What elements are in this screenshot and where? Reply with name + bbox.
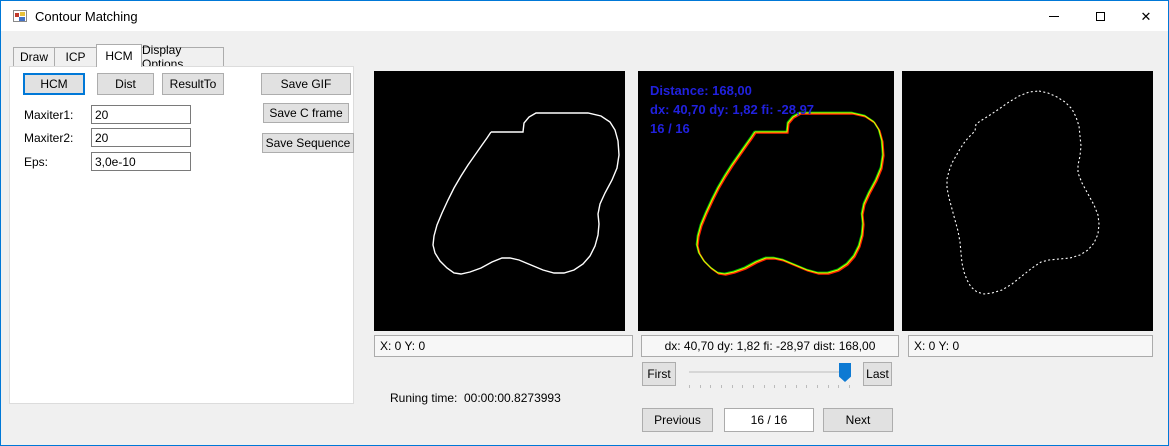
maximize-button[interactable]: [1077, 1, 1123, 31]
hcm-tab-page: HCM Dist ResultTo Save GIF Save C frame …: [9, 66, 354, 404]
picturebox-source[interactable]: [374, 71, 625, 331]
minimize-button[interactable]: [1031, 1, 1077, 31]
last-button[interactable]: Last: [863, 362, 892, 386]
hcm-button[interactable]: HCM: [23, 73, 85, 95]
save-c-frame-button[interactable]: Save C frame: [263, 103, 349, 123]
tab-icp-label: ICP: [65, 50, 85, 64]
trackbar-ticks: [689, 385, 849, 389]
tab-icp[interactable]: ICP: [54, 47, 97, 67]
target-status: X: 0 Y: 0: [908, 335, 1153, 357]
close-button[interactable]: ✕: [1123, 1, 1169, 31]
frame-counter[interactable]: 16 / 16: [724, 408, 814, 432]
running-time-label: Runing time:: [390, 391, 457, 405]
picturebox-result[interactable]: Distance: 168,00 dx: 40,70 dy: 1,82 fi: …: [638, 71, 894, 331]
maxiter2-input[interactable]: [91, 128, 191, 147]
overlay-frame: 16 / 16: [650, 121, 690, 136]
source-status: X: 0 Y: 0: [374, 335, 633, 357]
app-icon: [12, 8, 28, 24]
overlay-distance: Distance: 168,00: [650, 83, 752, 98]
result-contour-green: [696, 112, 882, 273]
minimize-icon: [1049, 16, 1059, 17]
eps-input[interactable]: [91, 152, 191, 171]
maxiter1-label: Maxiter1:: [24, 108, 73, 122]
source-contour: [433, 113, 619, 274]
first-button[interactable]: First: [642, 362, 676, 386]
tab-hcm[interactable]: HCM: [96, 44, 142, 67]
dist-button[interactable]: Dist: [97, 73, 154, 95]
result-to-button[interactable]: ResultTo: [162, 73, 224, 95]
result-status: dx: 40,70 dy: 1,82 fi: -28,97 dist: 168,…: [641, 335, 899, 357]
tab-hcm-label: HCM: [105, 49, 132, 63]
eps-label: Eps:: [24, 155, 48, 169]
maxiter2-label: Maxiter2:: [24, 131, 73, 145]
close-icon: ✕: [1141, 10, 1152, 23]
result-contour-yellow: [697, 113, 883, 274]
tab-draw-label: Draw: [20, 50, 48, 64]
trackbar-groove[interactable]: [689, 371, 849, 373]
save-sequence-button[interactable]: Save Sequence: [262, 133, 354, 153]
frame-trackbar[interactable]: [683, 362, 855, 389]
save-gif-button[interactable]: Save GIF: [261, 73, 351, 95]
next-button[interactable]: Next: [823, 408, 893, 432]
trackbar-thumb[interactable]: [839, 363, 851, 382]
previous-button[interactable]: Previous: [642, 408, 713, 432]
target-contour: [947, 91, 1099, 294]
app-window: Contour Matching ✕ Draw ICP HCM Display …: [0, 0, 1169, 446]
tab-draw[interactable]: Draw: [13, 47, 55, 67]
maxiter1-input[interactable]: [91, 105, 191, 124]
tab-display-options[interactable]: Display Options: [141, 47, 224, 67]
maximize-icon: [1096, 12, 1105, 21]
overlay-transform: dx: 40,70 dy: 1,82 fi: -28,97: [650, 102, 814, 117]
titlebar: Contour Matching ✕: [1, 1, 1168, 31]
window-title: Contour Matching: [35, 9, 138, 24]
running-time-value: 00:00:00.8273993: [464, 391, 561, 405]
picturebox-target[interactable]: [902, 71, 1153, 331]
